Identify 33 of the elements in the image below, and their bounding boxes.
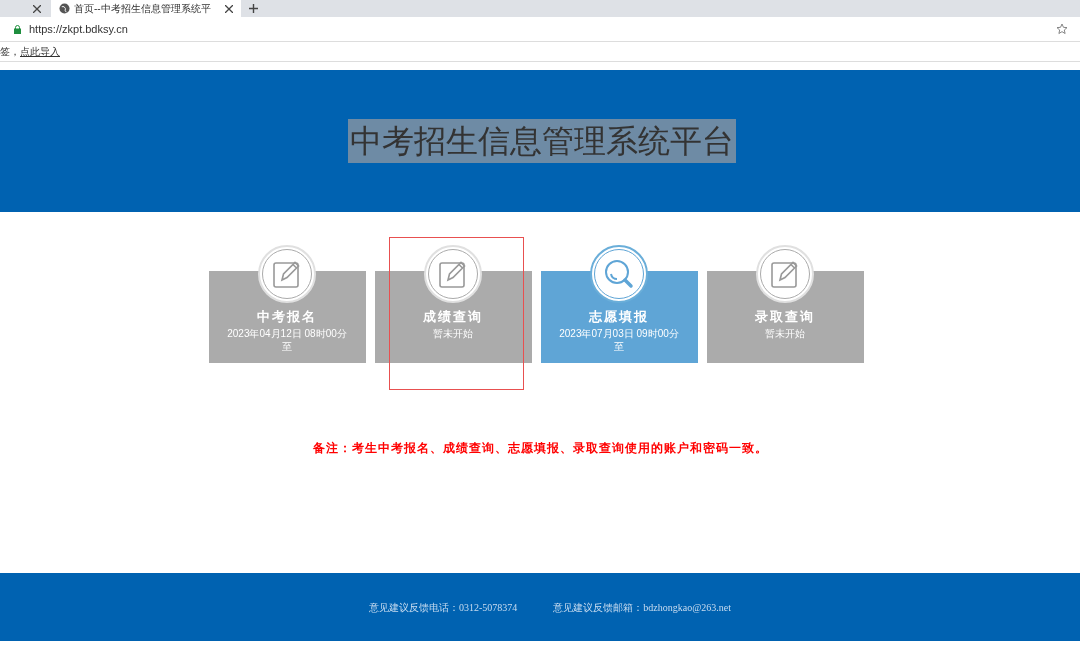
close-icon[interactable] bbox=[225, 4, 233, 13]
card-title: 中考报名 bbox=[257, 308, 317, 326]
search-icon bbox=[603, 258, 635, 290]
pencil-icon bbox=[770, 259, 800, 289]
pencil-icon bbox=[438, 259, 468, 289]
browser-tab[interactable]: 首页--中考招生信息管理系统平 bbox=[51, 0, 241, 17]
card-background[interactable]: 中考报名 2023年04月12日 08时00分 至 bbox=[208, 245, 366, 363]
card-text: 至 bbox=[614, 339, 624, 353]
card-text: 暂未开始 bbox=[765, 326, 805, 340]
footer-text: 意见建议反馈邮箱：bdzhongkao@263.net bbox=[553, 600, 732, 615]
card-text: 2023年04月12日 08时00分 bbox=[227, 326, 347, 340]
card-text: 暂未开始 bbox=[433, 326, 473, 340]
card-background[interactable]: 志愿填报 2023年07月03日 09时00分 至 bbox=[540, 245, 698, 363]
note-text: 备注：考生中考报名、成绩查询、志愿填报、录取查询使用的账户和密码一致。 bbox=[312, 440, 768, 457]
card-title: 录取查询 bbox=[755, 308, 815, 326]
footer-text: 意见建议反馈电话：0312-5078374 bbox=[368, 600, 518, 615]
tab-title: 首页--中考招生信息管理系统平 bbox=[74, 2, 212, 16]
globe-icon bbox=[59, 3, 70, 14]
new-tab-icon[interactable] bbox=[249, 4, 258, 13]
lock-icon bbox=[14, 24, 21, 34]
site-title: 中考招生信息管理系统平台 bbox=[348, 119, 736, 163]
pencil-icon bbox=[272, 259, 302, 289]
url-text[interactable]: https://zkpt.bdksy.cn bbox=[29, 20, 1056, 38]
card-text: 2023年07月03日 09时00分 bbox=[559, 326, 679, 340]
card-text: 至 bbox=[282, 339, 292, 353]
star-icon[interactable] bbox=[1056, 23, 1068, 35]
bookmarks-text: 签， bbox=[0, 45, 20, 59]
import-link[interactable]: 点此导入 bbox=[20, 44, 60, 59]
card-title: 成绩查询 bbox=[423, 308, 483, 326]
card-background[interactable]: 录取查询 暂未开始 bbox=[706, 245, 864, 363]
card-background[interactable]: 成绩查询 暂未开始 bbox=[374, 245, 532, 363]
card-title: 志愿填报 bbox=[589, 308, 649, 326]
close-icon[interactable] bbox=[33, 5, 41, 13]
